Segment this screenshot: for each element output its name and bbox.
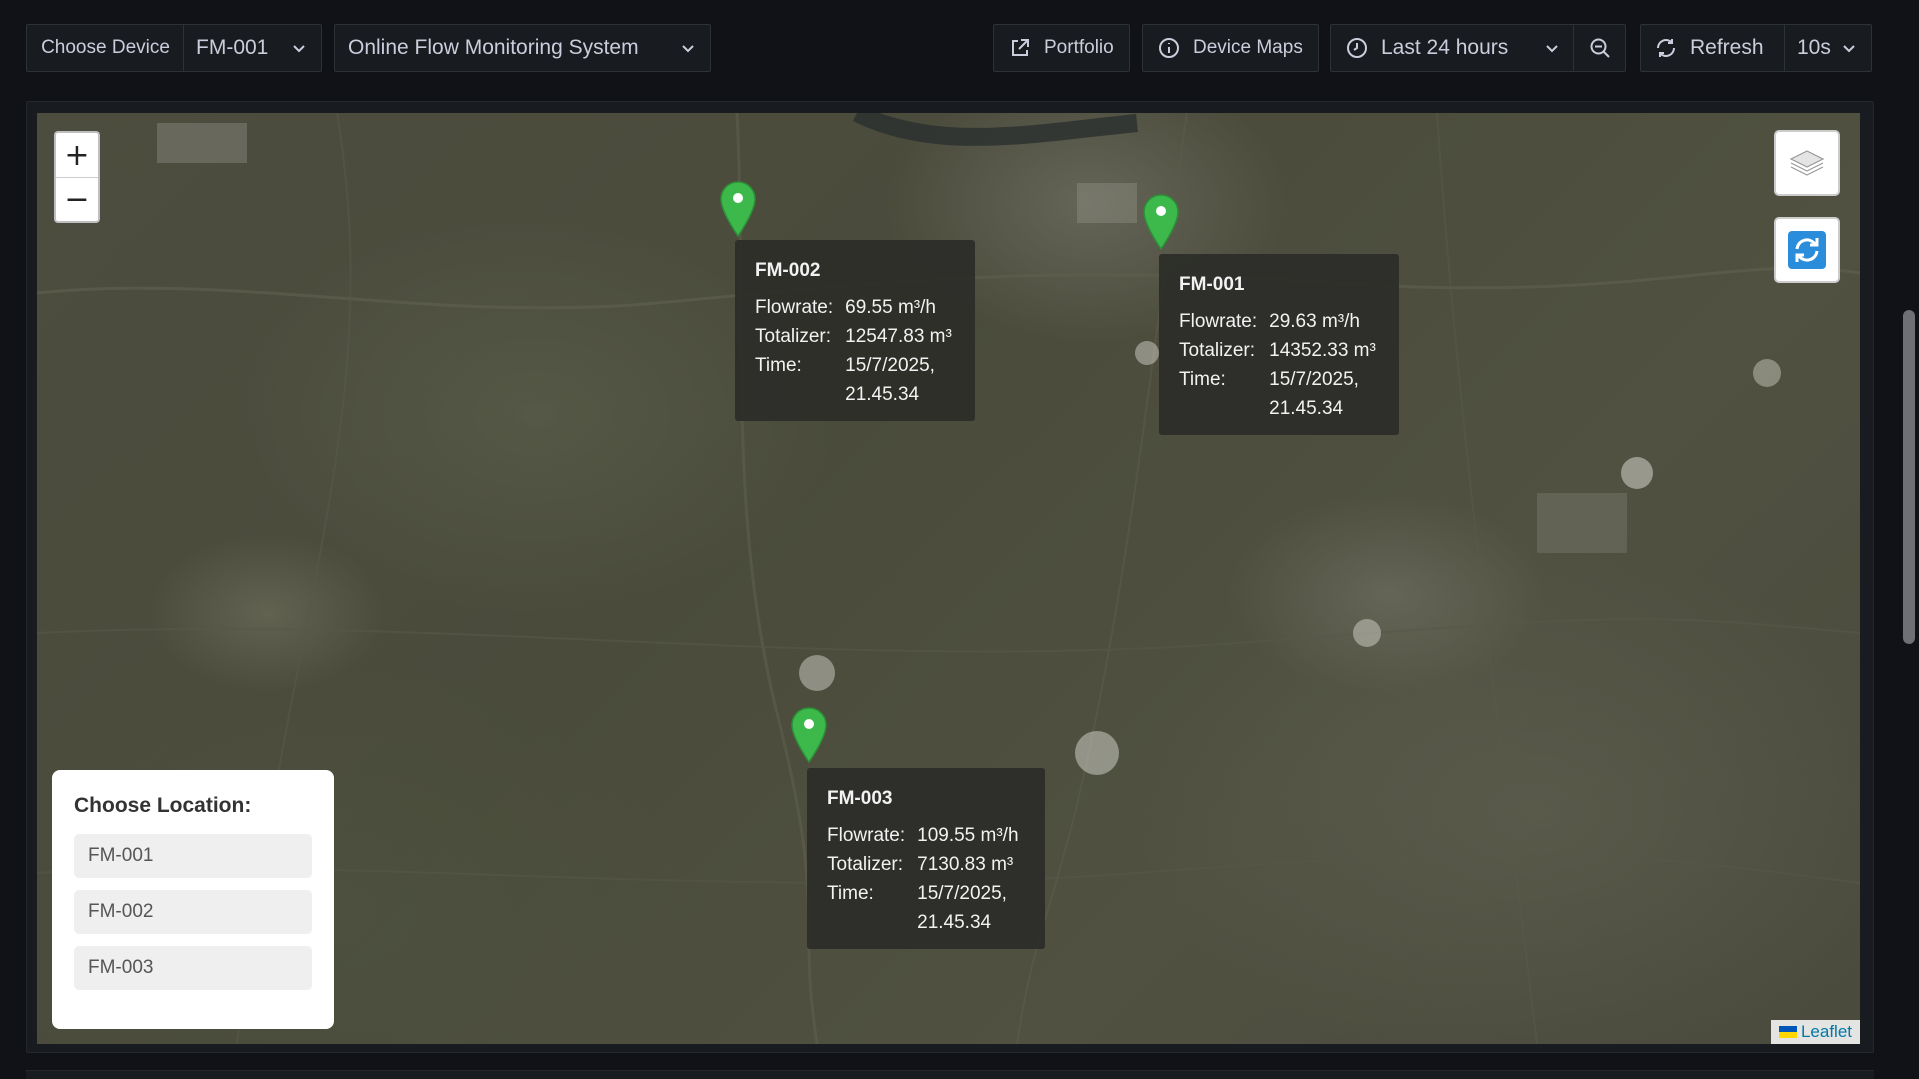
variable-label: Choose Device — [26, 24, 184, 72]
layers-button[interactable] — [1774, 130, 1840, 196]
totalizer-value: 14352.33 m³ — [1269, 340, 1376, 361]
flowrate-value: 69.55 m³/h — [845, 297, 936, 318]
device-maps-link[interactable]: Device Maps — [1142, 24, 1319, 72]
tooltip-fm-003: FM-003 Flowrate: 109.55 m³/h Totalizer: 71… — [807, 768, 1045, 949]
location-chooser-title: Choose Location: — [74, 794, 252, 817]
map-zoom-control: + − — [54, 131, 100, 223]
tooltip-title: FM-003 — [827, 788, 893, 809]
totalizer-value: 7130.83 m³ — [917, 854, 1014, 875]
satellite-map[interactable]: + − FM-002 Flowrate: 69.55 m³/h Totalize… — [37, 113, 1860, 1044]
flag-icon — [1778, 1026, 1797, 1038]
time-value: 15/7/2025, 21.45.34 — [845, 355, 935, 405]
totalizer-label: Totalizer: — [827, 854, 904, 875]
map-marker-fm-002[interactable] — [719, 180, 757, 238]
scrollbar-thumb[interactable] — [1903, 310, 1915, 644]
tooltip-title: FM-001 — [1179, 274, 1245, 295]
tooltip-title: FM-002 — [755, 260, 821, 281]
dashboard-title: Online Flow Monitoring System — [348, 36, 639, 59]
time-value: 15/7/2025, 21.45.34 — [1269, 369, 1359, 419]
map-marker-fm-001[interactable] — [1142, 193, 1180, 251]
refresh-interval-value: 10s — [1797, 36, 1831, 59]
next-panel-edge — [26, 1070, 1874, 1079]
zoom-out-icon — [1590, 38, 1610, 58]
flowrate-value: 109.55 m³/h — [917, 825, 1019, 846]
zoom-out-time-button[interactable] — [1573, 24, 1626, 72]
totalizer-label: Totalizer: — [755, 326, 832, 347]
clock-icon — [1347, 38, 1367, 58]
time-value: 15/7/2025, 21.45.34 — [917, 883, 1007, 933]
totalizer-label: Totalizer: — [1179, 340, 1256, 361]
location-item-fm-001[interactable]: FM-001 — [74, 834, 312, 878]
totalizer-value: 12547.83 m³ — [845, 326, 952, 347]
zoom-out-button[interactable]: − — [56, 177, 98, 221]
flowrate-value: 29.63 m³/h — [1269, 311, 1360, 332]
location-chooser: Choose Location: FM-001 FM-002 FM-003 — [52, 770, 334, 1029]
layers-icon — [1789, 150, 1825, 176]
device-maps-label: Device Maps — [1193, 37, 1303, 58]
refresh-icon — [1788, 231, 1826, 269]
dashboard-title-select[interactable]: Online Flow Monitoring System — [334, 24, 711, 72]
flowrate-label: Flowrate: — [827, 825, 906, 846]
refresh-button[interactable]: Refresh — [1640, 24, 1785, 72]
map-refresh-button[interactable] — [1774, 217, 1840, 283]
chevron-down-icon — [682, 45, 694, 53]
page-scrollbar[interactable] — [1895, 0, 1919, 1079]
flowrate-label: Flowrate: — [755, 297, 834, 318]
leaflet-attribution[interactable]: Leaflet — [1770, 1020, 1860, 1044]
refresh-interval-select[interactable]: 10s — [1784, 24, 1872, 72]
portfolio-link[interactable]: Portfolio — [993, 24, 1130, 72]
time-label: Time: — [827, 883, 874, 904]
tooltip-fm-002: FM-002 Flowrate: 69.55 m³/h Totalizer: 125… — [735, 240, 975, 421]
device-variable-select[interactable]: FM-001 — [183, 24, 322, 72]
sync-icon — [1657, 39, 1675, 57]
chevron-down-icon — [1546, 45, 1558, 53]
device-variable-value: FM-001 — [196, 36, 269, 59]
location-item-fm-003[interactable]: FM-003 — [74, 946, 312, 990]
time-label: Time: — [1179, 369, 1226, 390]
external-link-icon — [1012, 39, 1029, 56]
map-marker-fm-003[interactable] — [790, 706, 828, 764]
info-icon — [1159, 38, 1179, 58]
time-range-picker[interactable]: Last 24 hours — [1330, 24, 1574, 72]
chevron-down-icon — [293, 45, 305, 53]
location-item-fm-002[interactable]: FM-002 — [74, 890, 312, 934]
flowrate-label: Flowrate: — [1179, 311, 1258, 332]
chevron-down-icon — [1843, 45, 1855, 53]
time-range-label: Last 24 hours — [1381, 36, 1509, 59]
attribution-link: Leaflet — [1800, 1022, 1852, 1041]
zoom-in-button[interactable]: + — [56, 133, 98, 177]
time-label: Time: — [755, 355, 802, 376]
refresh-label: Refresh — [1690, 36, 1764, 59]
portfolio-label: Portfolio — [1044, 37, 1114, 58]
dashboard-toolbar: Choose Device FM-001 Online Flow Monitor… — [0, 0, 1880, 98]
tooltip-fm-001: FM-001 Flowrate: 29.63 m³/h Totalizer: 143… — [1159, 254, 1399, 435]
